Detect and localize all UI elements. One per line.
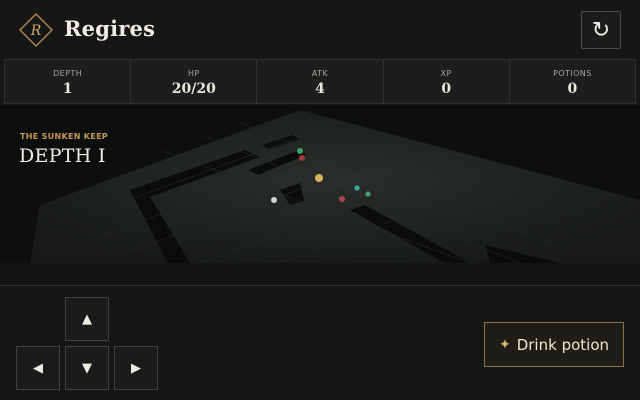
restart-button[interactable]: ↻ bbox=[581, 11, 621, 49]
stat-value: 0 bbox=[441, 81, 452, 97]
player-marker bbox=[315, 174, 323, 182]
stat-atk: ATK 4 bbox=[257, 60, 384, 103]
dungeon-map bbox=[30, 110, 640, 263]
sparkle-icon: ✦ bbox=[498, 336, 511, 353]
stat-value: 1 bbox=[62, 81, 73, 97]
stat-value: 4 bbox=[315, 81, 325, 97]
arrow-up-icon: ▲ bbox=[82, 311, 92, 327]
move-right-button[interactable]: ▶ bbox=[114, 346, 158, 390]
stat-hp: HP 20/20 bbox=[131, 60, 258, 103]
restart-icon: ↻ bbox=[591, 17, 611, 43]
stat-label: POTIONS bbox=[553, 69, 592, 78]
stat-value: 0 bbox=[567, 81, 578, 97]
stat-potions: POTIONS 0 bbox=[510, 60, 635, 103]
stat-label: XP bbox=[440, 69, 452, 78]
header: R Regires ↻ bbox=[0, 0, 640, 59]
stat-xp: XP 0 bbox=[384, 60, 510, 103]
move-down-button[interactable]: ▼ bbox=[65, 346, 109, 390]
dungeon-floor bbox=[30, 110, 640, 263]
game-viewport[interactable]: THE SUNKEN KEEP DEPTH I bbox=[0, 105, 640, 263]
stat-label: ATK bbox=[311, 69, 329, 78]
stats-bar: DEPTH 1 HP 20/20 ATK 4 XP 0 POTIONS 0 bbox=[4, 59, 636, 104]
stat-depth: DEPTH 1 bbox=[5, 60, 132, 103]
move-left-button[interactable]: ◀ bbox=[16, 346, 60, 390]
enemy-marker bbox=[339, 196, 345, 202]
arrow-right-icon: ▶ bbox=[131, 360, 141, 376]
area-name: THE SUNKEN KEEP bbox=[20, 132, 108, 141]
drink-potion-label: Drink potion bbox=[516, 335, 609, 354]
move-up-button[interactable]: ▲ bbox=[65, 297, 109, 341]
logo-icon: R bbox=[19, 13, 53, 47]
enemy-marker bbox=[299, 155, 305, 161]
stat-value: 20/20 bbox=[171, 81, 216, 97]
level-title: DEPTH I bbox=[19, 145, 106, 167]
arrow-left-icon: ◀ bbox=[33, 360, 43, 376]
item-marker bbox=[271, 197, 277, 203]
enemy-marker bbox=[297, 148, 303, 154]
drink-potion-button[interactable]: ✦ Drink potion bbox=[484, 322, 624, 367]
app-title: Regires bbox=[64, 16, 156, 41]
arrow-down-icon: ▼ bbox=[82, 360, 92, 376]
logo-letter: R bbox=[30, 23, 42, 39]
controls-panel: ▲ ◀ ▼ ▶ ✦ Drink potion bbox=[0, 287, 640, 400]
divider-band bbox=[0, 263, 640, 286]
stat-label: HP bbox=[187, 69, 200, 78]
stat-label: DEPTH bbox=[53, 69, 83, 78]
enemy-marker bbox=[354, 185, 360, 191]
enemy-marker bbox=[365, 191, 371, 197]
